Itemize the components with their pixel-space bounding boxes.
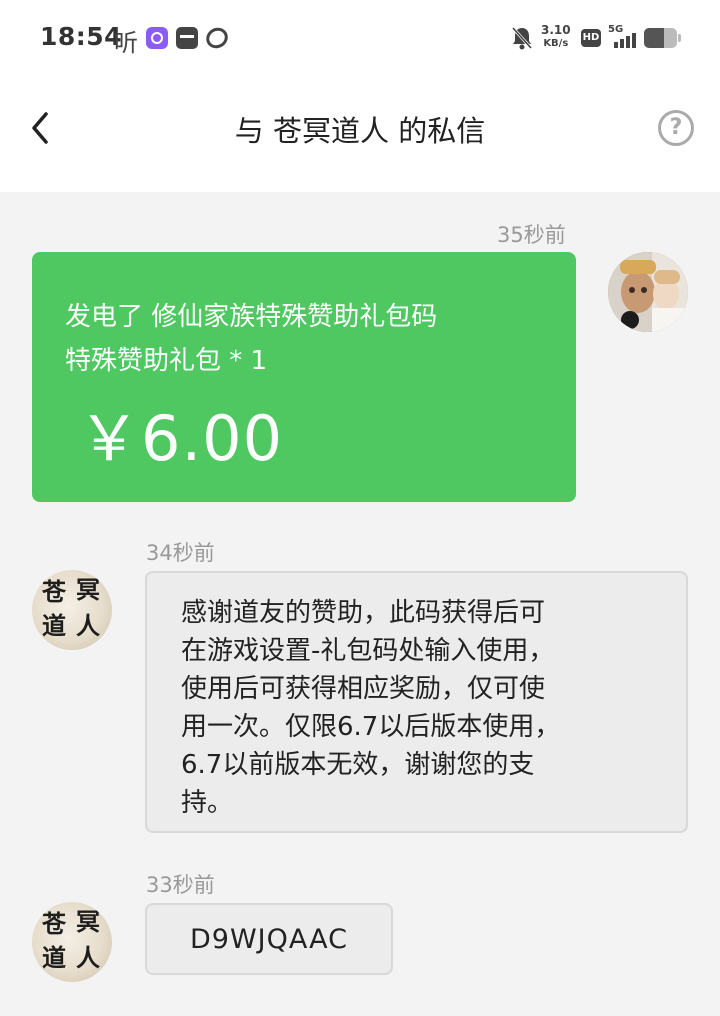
signal-bar: [620, 39, 624, 48]
net-speed: 3.10 KB/s: [541, 23, 571, 51]
avatar-char: 人: [76, 611, 100, 640]
avatar-char: 冥: [76, 907, 100, 936]
contact-avatar[interactable]: 苍 冥 道 人: [32, 570, 112, 650]
gift-code-text: D9WJQAAC: [190, 924, 348, 955]
status-bar: 18:54 听 3.10 KB/s HD 5G: [0, 0, 720, 78]
network-type: 5G: [608, 24, 624, 35]
net-speed-unit: KB/s: [543, 38, 569, 49]
code-bubble[interactable]: D9WJQAAC: [145, 903, 393, 975]
battery-tip: [678, 34, 681, 42]
contact-avatar[interactable]: 苍 冥 道 人: [32, 902, 112, 982]
app-ring-icon: [202, 23, 232, 53]
gift-item: 特殊赞助礼包 * 1: [65, 346, 268, 376]
app-purple-icon: [146, 27, 168, 49]
battery-icon: [644, 28, 681, 48]
app-box-icon: [176, 27, 198, 49]
message-time: 35秒前: [497, 223, 566, 247]
signal-bar: [614, 42, 618, 48]
mute-icon: [511, 26, 533, 50]
message-bubble[interactable]: 感谢道友的赞助，此码获得后可 在游戏设置-礼包码处输入使用， 使用后可获得相应奖…: [145, 571, 688, 833]
message-time: 34秒前: [146, 541, 215, 565]
help-button[interactable]: ?: [658, 110, 694, 146]
battery-fill: [644, 28, 664, 48]
status-time: 18:54: [40, 22, 123, 51]
gift-title: 发电了 修仙家族特殊赞助礼包码: [65, 302, 438, 332]
net-speed-value: 3.10: [541, 23, 571, 37]
message-time: 33秒前: [146, 873, 215, 897]
avatar-char: 苍: [42, 909, 66, 938]
page-title: 与 苍冥道人 的私信: [234, 114, 486, 148]
ting-label: 听: [114, 29, 138, 57]
hd-icon: HD: [581, 29, 601, 47]
chat-header: 与 苍冥道人 的私信 ?: [0, 78, 720, 192]
avatar-char: 人: [76, 943, 100, 972]
gift-card[interactable]: 发电了 修仙家族特殊赞助礼包码 特殊赞助礼包 * 1 ￥6.00: [32, 252, 576, 502]
signal-bar: [626, 36, 630, 48]
signal-bar: [632, 33, 636, 48]
avatar-char: 冥: [76, 575, 100, 604]
message-text: 感谢道友的赞助，此码获得后可 在游戏设置-礼包码处输入使用， 使用后可获得相应奖…: [181, 598, 561, 818]
gift-amount: ￥6.00: [78, 402, 284, 475]
avatar-char: 道: [42, 943, 66, 972]
avatar-photo: [608, 252, 688, 332]
avatar-char: 道: [42, 611, 66, 640]
avatar-char: 苍: [42, 577, 66, 606]
my-avatar[interactable]: [608, 252, 688, 332]
signal-icon: 5G: [608, 24, 638, 48]
